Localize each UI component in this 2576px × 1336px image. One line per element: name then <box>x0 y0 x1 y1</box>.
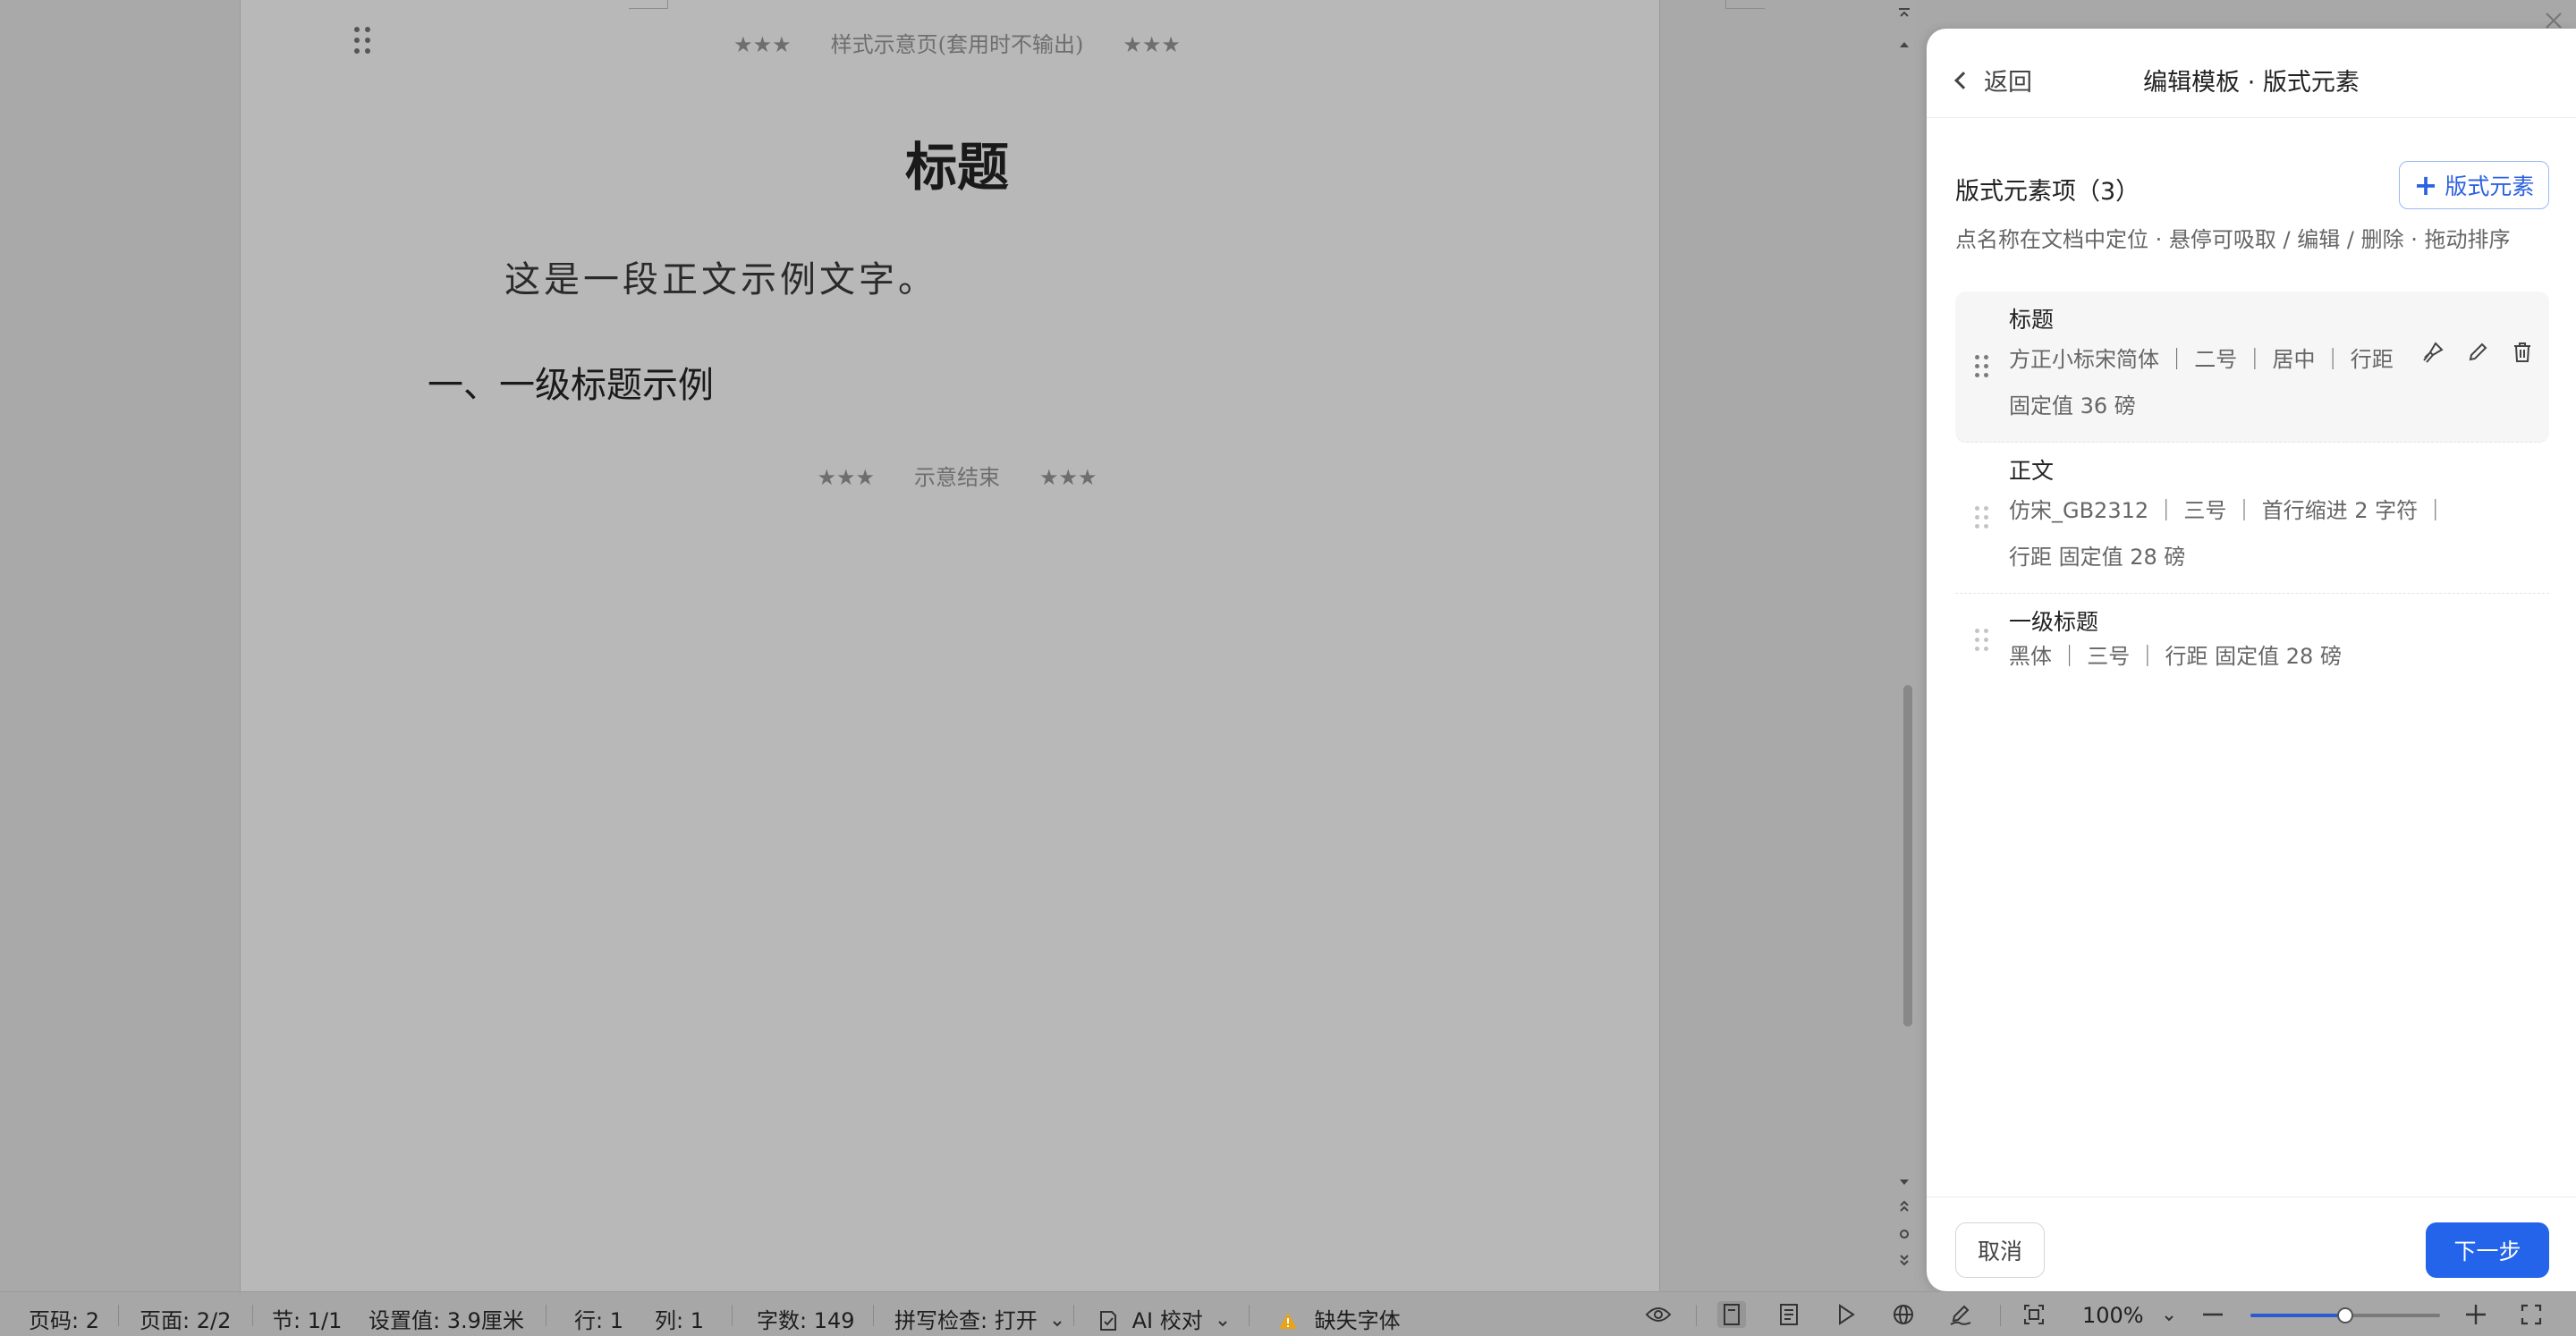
separator <box>2000 1305 2001 1326</box>
ai-proof-label: AI 校对 <box>1131 1308 1203 1333</box>
spellcheck-toggle[interactable]: 拼写检查: 打开 <box>894 1303 1063 1334</box>
element-props: 方正小标宋简体 ｜ 二号 ｜ 居中 ｜ 行距 固定值 36 磅 <box>2009 347 2394 419</box>
usage-hint: 点名称在文档中定位 · 悬停可吸取 / 编辑 / 删除 · 拖动排序 <box>1955 227 2511 252</box>
drag-handle-icon[interactable] <box>1975 355 1989 378</box>
warning-icon <box>1279 1313 1297 1329</box>
scroll-top-icon[interactable] <box>1896 7 1912 25</box>
ai-proof-icon <box>1100 1311 1116 1331</box>
zoom-out-icon[interactable] <box>2199 1301 2227 1328</box>
layout-element-list: 标题 方正小标宋简体 ｜ 二号 ｜ 居中 ｜ 行距 固定值 36 磅 正文 仿宋… <box>1955 292 2549 687</box>
separator <box>546 1305 547 1326</box>
next-page-icon[interactable] <box>1896 1252 1912 1272</box>
element-props: 仿宋_GB2312 ｜ 三号 ｜ 首行缩进 2 字符 ｜ 行距 固定值 28 磅 <box>2009 498 2446 570</box>
spellcheck-label: 拼写检查: 打开 <box>894 1308 1038 1333</box>
vertical-scrollbar[interactable] <box>1894 0 1914 1291</box>
fit-page-icon[interactable] <box>2020 1301 2048 1328</box>
layout-element-item-body[interactable]: 正文 仿宋_GB2312 ｜ 三号 ｜ 首行缩进 2 字符 ｜ 行距 固定值 2… <box>1955 443 2549 594</box>
demo-header-stars-right: ★★★ <box>1123 32 1181 57</box>
format-brush-icon[interactable] <box>2420 340 2445 365</box>
document-title[interactable]: 标题 <box>0 125 1914 200</box>
element-name[interactable]: 一级标题 <box>2009 606 2537 638</box>
demo-footer-stars-left: ★★★ <box>817 465 875 490</box>
globe-icon[interactable] <box>1889 1301 1918 1328</box>
page-view-icon[interactable] <box>1717 1301 1746 1328</box>
missing-font-label: 缺失字体 <box>1314 1308 1401 1333</box>
document-body-text[interactable]: 这是一段正文示例文字。 <box>504 250 937 302</box>
zoom-slider-fill <box>2250 1314 2345 1317</box>
layout-element-item-heading1[interactable]: 一级标题 黑体 ｜ 三号 ｜ 行距 固定值 28 磅 <box>1955 594 2549 687</box>
demo-footer: ★★★ 示意结束 ★★★ <box>0 460 1914 491</box>
page-corner-mark <box>1725 0 1765 9</box>
separator <box>1073 1305 1074 1326</box>
drag-handle-icon[interactable] <box>1975 506 1989 529</box>
page-corner-mark <box>629 0 668 9</box>
section-title: 版式元素项（3） <box>1955 178 2140 206</box>
select-browse-icon[interactable] <box>1896 1227 1912 1244</box>
missing-font-button[interactable]: 缺失字体 <box>1277 1303 1401 1334</box>
status-bar: 页码: 2 页面: 2/2 节: 1/1 设置值: 3.9厘米 行: 1 列: … <box>0 1291 2576 1336</box>
separator <box>873 1305 874 1326</box>
next-step-button[interactable]: 下一步 <box>2426 1222 2549 1278</box>
setting-value[interactable]: 设置值: 3.9厘米 <box>369 1303 524 1334</box>
add-layout-element-label: 版式元素 <box>2445 173 2535 199</box>
element-name[interactable]: 正文 <box>2009 455 2537 487</box>
add-layout-element-button[interactable]: + 版式元素 <box>2399 161 2549 209</box>
template-edit-panel: 返回 编辑模板 · 版式元素 版式元素项（3） + 版式元素 点名称在文档中定位… <box>1927 29 2576 1291</box>
prev-page-icon[interactable] <box>1896 1198 1912 1218</box>
page-number[interactable]: 页码: 2 <box>29 1303 99 1334</box>
chevron-down-icon <box>1218 1321 1228 1327</box>
panel-title: 编辑模板 · 版式元素 <box>2143 69 2360 97</box>
scrollbar-thumb[interactable] <box>1903 685 1912 1027</box>
cancel-button[interactable]: 取消 <box>1955 1222 2045 1278</box>
panel-header: 返回 编辑模板 · 版式元素 <box>1927 29 2576 118</box>
word-count[interactable]: 字数: 149 <box>757 1303 855 1334</box>
element-actions <box>2420 340 2535 365</box>
element-name[interactable]: 标题 <box>2009 304 2537 336</box>
panel-footer: 取消 下一步 <box>1927 1196 2576 1291</box>
separator <box>118 1305 119 1326</box>
ai-proofread-button[interactable]: AI 校对 <box>1097 1303 1229 1334</box>
separator <box>252 1305 253 1326</box>
layout-element-item-title[interactable]: 标题 方正小标宋简体 ｜ 二号 ｜ 居中 ｜ 行距 固定值 36 磅 <box>1955 292 2549 443</box>
drag-handle-icon[interactable] <box>1975 629 1989 652</box>
edit-pencil-icon[interactable] <box>2465 340 2490 365</box>
separator <box>1696 1305 1697 1326</box>
delete-trash-icon[interactable] <box>2510 340 2535 365</box>
zoom-slider-knob[interactable] <box>2337 1307 2353 1323</box>
page-count[interactable]: 页面: 2/2 <box>140 1303 231 1334</box>
zoom-select[interactable]: 100% <box>2082 1303 2175 1328</box>
scroll-up-icon[interactable] <box>1896 36 1912 53</box>
pen-markup-icon[interactable] <box>1946 1301 1975 1328</box>
demo-header: ★★★ 样式示意页(套用时不输出) ★★★ <box>0 27 1914 58</box>
demo-footer-stars-right: ★★★ <box>1039 465 1097 490</box>
column-indicator: 列: 1 <box>655 1308 704 1333</box>
play-icon[interactable] <box>1832 1301 1860 1328</box>
chevron-down-icon <box>1053 1321 1063 1327</box>
scroll-down-icon[interactable] <box>1896 1173 1912 1190</box>
outline-view-icon[interactable] <box>1775 1301 1803 1328</box>
plus-icon: + <box>2413 168 2438 202</box>
zoom-value: 100% <box>2082 1303 2144 1328</box>
chevron-down-icon <box>2165 1315 2174 1322</box>
eye-icon[interactable] <box>1644 1301 1673 1328</box>
demo-header-stars-left: ★★★ <box>733 32 792 57</box>
element-props: 黑体 ｜ 三号 ｜ 行距 固定值 28 磅 <box>2009 644 2342 669</box>
fullscreen-icon[interactable] <box>2517 1301 2546 1328</box>
zoom-in-icon[interactable] <box>2462 1301 2490 1328</box>
separator <box>1249 1305 1250 1326</box>
zoom-slider[interactable] <box>2250 1307 2440 1323</box>
row-indicator: 行: 1 <box>574 1308 623 1333</box>
demo-header-text: 样式示意页(套用时不输出) <box>830 32 1084 57</box>
separator <box>732 1305 733 1326</box>
document-heading-1[interactable]: 一、一级标题示例 <box>428 356 714 408</box>
section-indicator[interactable]: 节: 1/1 <box>272 1303 342 1334</box>
demo-footer-text: 示意结束 <box>914 465 1000 490</box>
